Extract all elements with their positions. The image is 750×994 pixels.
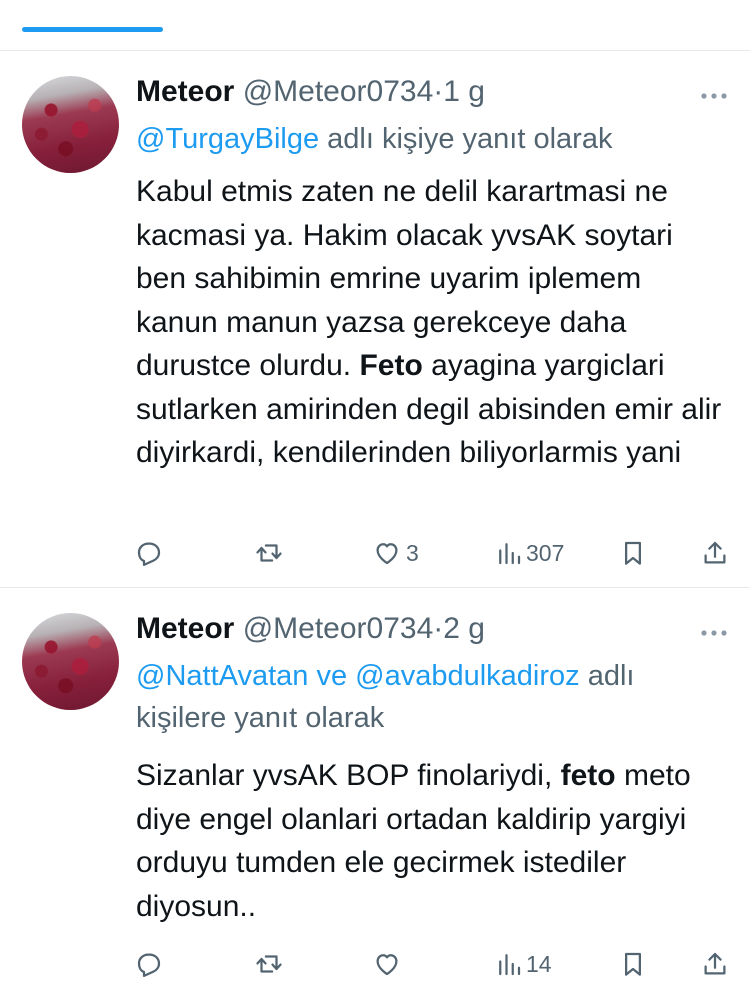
view-count: 14 (526, 950, 552, 977)
display-name[interactable]: Meteor (136, 75, 234, 108)
tweet-text-part: Sizanlar yvsAK BOP finolariydi, (136, 759, 561, 792)
avatar[interactable] (22, 76, 119, 173)
separator-dot: · (433, 612, 444, 645)
reply-button[interactable] (134, 533, 164, 573)
heart-icon (376, 954, 398, 976)
share-icon (704, 541, 726, 564)
more-options-button[interactable] (700, 618, 728, 638)
views-icon (499, 543, 521, 565)
reply-button[interactable] (134, 944, 164, 984)
tweet-text-bold: feto (560, 759, 616, 792)
timestamp[interactable]: 2 g (443, 612, 485, 645)
replying-to: @NattAvatan ve @avabdulkadiroz adlı kişi… (136, 655, 726, 739)
tweet-reply[interactable]: Meteor @Meteor0734·1 g @TurgayBilge adlı… (0, 51, 750, 588)
share-icon (704, 952, 726, 975)
separator-dot: · (433, 75, 444, 108)
retweet-icon (256, 544, 282, 562)
tweet-actions: 14 (134, 944, 734, 984)
reply-icon (137, 953, 161, 977)
more-options-button[interactable] (700, 81, 728, 101)
avatar[interactable] (22, 613, 119, 710)
bookmark-icon (625, 952, 641, 976)
like-button[interactable]: 3 (372, 533, 419, 573)
view-count: 307 (526, 539, 565, 566)
views-button[interactable]: 14 (496, 944, 552, 984)
tweet-reply[interactable]: Meteor @Meteor0734·2 g @NattAvatan ve @a… (0, 588, 750, 994)
bookmark-button[interactable] (618, 944, 648, 984)
like-count: 3 (406, 539, 419, 566)
tweet-actions: 3 307 (134, 533, 734, 573)
display-name[interactable]: Meteor (136, 612, 234, 645)
user-handle[interactable]: @Meteor0734 (243, 612, 434, 645)
replying-to-suffix: adlı kişiye yanıt olarak (319, 123, 613, 155)
mention-joiner: ve (308, 660, 356, 692)
bookmark-icon (625, 541, 641, 565)
tweet-header: Meteor @Meteor0734·2 g (136, 612, 485, 646)
timestamp[interactable]: 1 g (443, 75, 485, 108)
views-button[interactable]: 307 (496, 533, 564, 573)
share-button[interactable] (700, 533, 730, 573)
ellipsis-icon (701, 93, 727, 99)
views-icon (499, 954, 521, 976)
replying-to: @TurgayBilge adlı kişiye yanıt olarak (136, 118, 612, 160)
tweet-text: Sizanlar yvsAK BOP finolariydi, feto met… (136, 754, 726, 928)
reply-icon (137, 542, 161, 566)
tweet-text: Kabul etmis zaten ne delil karartmasi ne… (136, 170, 726, 475)
retweet-icon (256, 955, 282, 973)
mention-link[interactable]: @TurgayBilge (136, 123, 319, 155)
retweet-button[interactable] (254, 944, 284, 984)
tweet-text-bold: Feto (359, 349, 423, 382)
active-tab-indicator (22, 27, 163, 32)
bookmark-button[interactable] (618, 533, 648, 573)
tweet-header: Meteor @Meteor0734·1 g (136, 75, 485, 109)
tab-bar (0, 0, 750, 51)
ellipsis-icon (701, 630, 727, 636)
mention-link[interactable]: @avabdulkadiroz (355, 660, 580, 692)
heart-icon (376, 543, 398, 565)
share-button[interactable] (700, 944, 730, 984)
mention-link[interactable]: @NattAvatan (136, 660, 308, 692)
like-button[interactable] (372, 944, 406, 984)
retweet-button[interactable] (254, 533, 284, 573)
user-handle[interactable]: @Meteor0734 (243, 75, 434, 108)
